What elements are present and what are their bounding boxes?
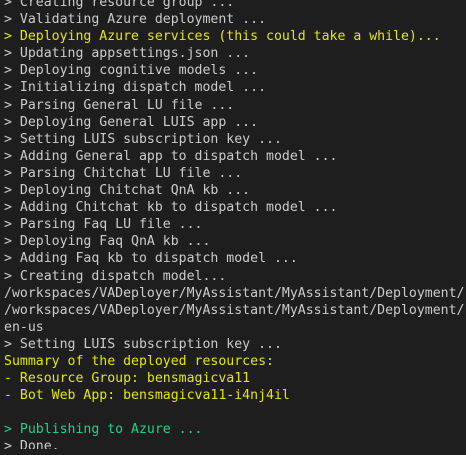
terminal-line: > Adding General app to dispatch model .… <box>4 148 338 164</box>
terminal-line: > Creating dispatch model... <box>4 268 227 284</box>
terminal-line: > Deploying cognitive models ... <box>4 63 259 79</box>
terminal-line: > Updating appsettings.json ... <box>4 46 251 62</box>
publishing-status: > Publishing to Azure ... <box>4 422 203 438</box>
terminal-line: > Deploying Chitchat QnA kb ... <box>4 183 251 199</box>
done-status: > Done. <box>4 439 60 449</box>
terminal-path-line: /workspaces/VADeployer/MyAssistant/MyAss… <box>4 302 465 318</box>
terminal-line: > Deploying Azure services (this could t… <box>4 29 441 45</box>
terminal-line: en-us <box>4 319 44 335</box>
summary-bot-web-app: - Bot Web App: bensmagicva11-i4nj4il <box>4 388 290 404</box>
summary-resource-group: - Resource Group: bensmagicva11 <box>4 371 251 387</box>
terminal-line: > Validating Azure deployment ... <box>4 12 267 28</box>
terminal-line: > Adding Faq kb to dispatch model ... <box>4 251 298 267</box>
terminal-line: > Adding Chitchat kb to dispatch model .… <box>4 200 338 216</box>
terminal-line: > Parsing General LU file ... <box>4 97 235 113</box>
summary-heading: Summary of the deployed resources: <box>4 353 274 369</box>
terminal-line: > Parsing Faq LU file ... <box>4 217 203 233</box>
terminal-line: > Deploying Faq QnA kb ... <box>4 234 211 250</box>
terminal-line: > Initializing dispatch model ... <box>4 80 267 96</box>
terminal-line: > Setting LUIS subscription key ... <box>4 336 282 352</box>
terminal-line: > Creating resource group ... <box>4 0 235 10</box>
terminal-line: > Deploying General LUIS app ... <box>4 114 259 130</box>
terminal-output[interactable]: > Creating resource group ... > Validati… <box>0 0 466 449</box>
terminal-line: > Parsing Chitchat LU file ... <box>4 165 243 181</box>
terminal-path-line: /workspaces/VADeployer/MyAssistant/MyAss… <box>4 285 465 301</box>
terminal-line: > Setting LUIS subscription key ... <box>4 131 282 147</box>
